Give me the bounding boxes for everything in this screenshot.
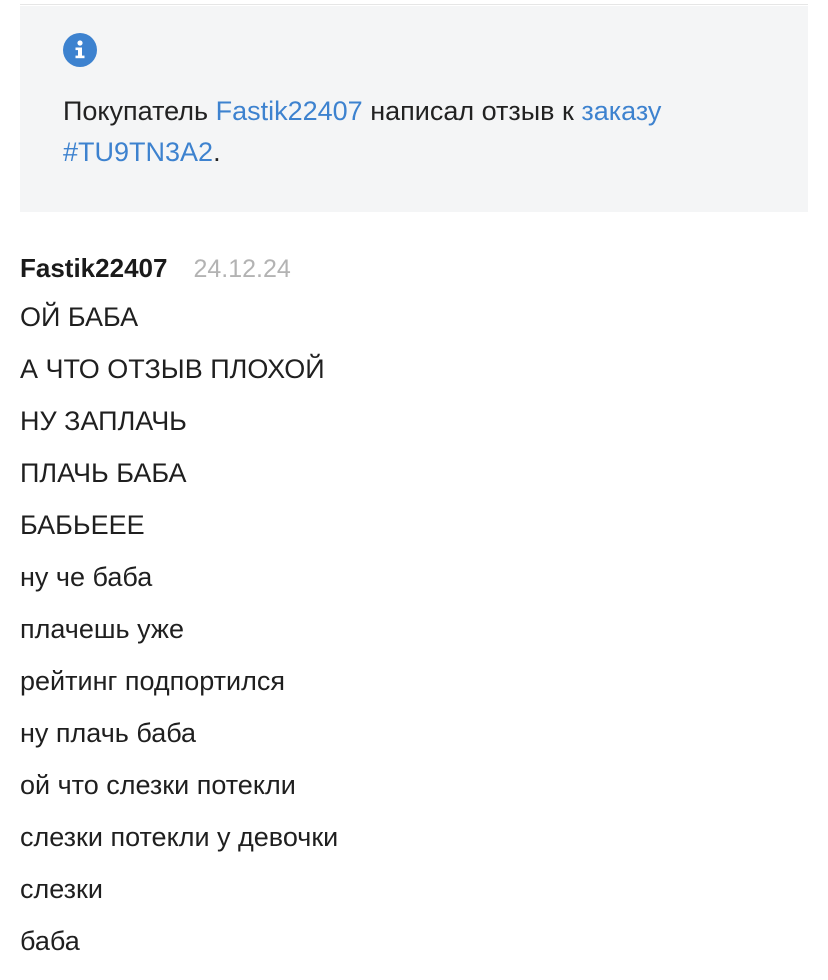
- notice-prefix: Покупатель: [63, 96, 216, 126]
- review-date: 24.12.24: [193, 255, 291, 283]
- review-header: Fastik22407 24.12.24: [20, 253, 291, 287]
- buyer-name-link[interactable]: Fastik22407: [216, 96, 363, 126]
- review-line: ой что слезки потекли: [20, 770, 296, 800]
- review-notice-panel: Покупатель Fastik22407 написал отзыв к з…: [20, 6, 808, 212]
- info-icon: [63, 33, 97, 67]
- review-line: ПЛАЧЬ БАБА: [20, 458, 187, 488]
- review-line: БАБЬЕЕЕ: [20, 510, 145, 540]
- review-author: Fastik22407: [20, 253, 168, 283]
- review-line: ну плачь баба: [20, 718, 197, 748]
- review-line: слезки: [20, 874, 103, 904]
- review-line: А ЧТО ОТЗЫВ ПЛОХОЙ: [20, 354, 325, 384]
- review-body: ОЙ БАБА А ЧТО ОТЗЫВ ПЛОХОЙ НУ ЗАПЛАЧЬ ПЛ…: [20, 296, 338, 972]
- notice-suffix: .: [213, 137, 221, 167]
- top-divider: [20, 4, 808, 5]
- review-line: НУ ЗАПЛАЧЬ: [20, 406, 187, 436]
- review-line: слезки потекли у девочки: [20, 822, 339, 852]
- notice-middle: написал отзыв к: [362, 96, 582, 126]
- order-id-link[interactable]: #TU9TN3A2: [63, 137, 213, 167]
- order-link[interactable]: заказу: [581, 96, 661, 126]
- review-line: ОЙ БАБА: [20, 302, 139, 332]
- review-line: рейтинг подпортился: [20, 666, 286, 696]
- review-line: ну че баба: [20, 562, 153, 592]
- notice-message: Покупатель Fastik22407 написал отзыв к з…: [63, 91, 763, 173]
- review-line: баба: [20, 926, 80, 956]
- review-line: плачешь уже: [20, 614, 184, 644]
